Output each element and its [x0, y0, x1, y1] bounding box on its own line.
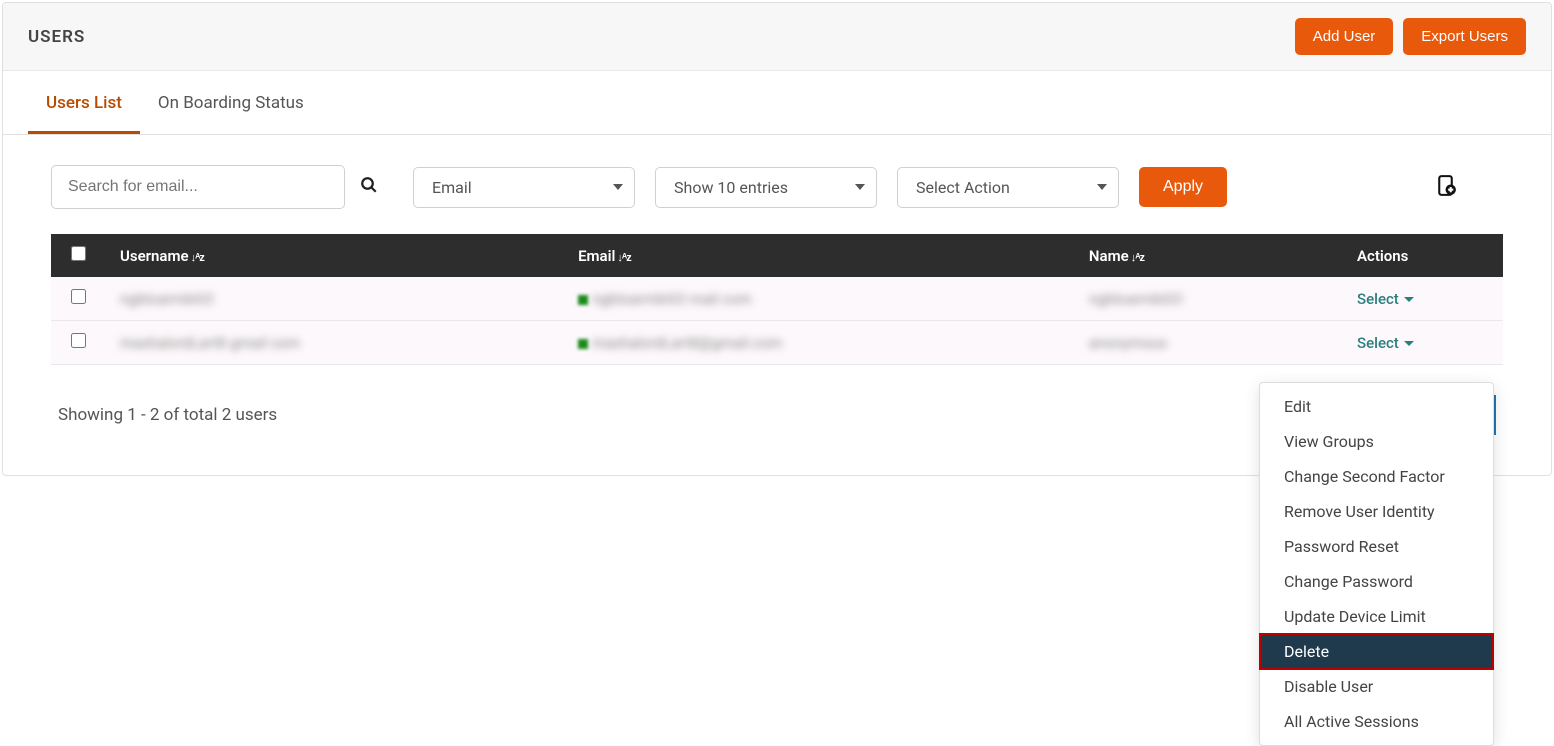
- table-row: mashalordLart8 gmail com mashalordLart8@…: [51, 321, 1503, 365]
- row-actions-select[interactable]: Select: [1357, 334, 1414, 352]
- row-actions-dropdown: EditView GroupsChange Second FactorRemov…: [1259, 382, 1494, 746]
- table-row: ngbtoarmbGO ngbtoarmbGO mail com ngbtoar…: [51, 277, 1503, 321]
- export-users-button[interactable]: Export Users: [1403, 18, 1526, 55]
- dropdown-item-all-active-sessions[interactable]: All Active Sessions: [1260, 704, 1493, 739]
- dropdown-item-delete[interactable]: Delete: [1260, 634, 1493, 669]
- dropdown-item-update-device-limit[interactable]: Update Device Limit: [1260, 599, 1493, 634]
- bulk-action-select[interactable]: Select Action: [897, 167, 1119, 208]
- panel-header: USERS Add User Export Users: [3, 3, 1551, 71]
- apply-button[interactable]: Apply: [1139, 167, 1227, 207]
- cell-username: mashalordLart8 gmail com: [120, 334, 300, 352]
- row-checkbox[interactable]: [71, 333, 86, 348]
- caret-down-icon: [1404, 341, 1414, 346]
- tabs-bar: Users List On Boarding Status: [3, 71, 1551, 135]
- column-header-name[interactable]: Name↓ᴬᴢ: [1075, 234, 1343, 277]
- add-user-button[interactable]: Add User: [1295, 18, 1394, 55]
- status-indicator-icon: [578, 339, 588, 349]
- dropdown-item-remove-user-identity[interactable]: Remove User Identity: [1260, 494, 1493, 529]
- users-table-container: Username↓ᴬᴢ Email↓ᴬᴢ Name↓ᴬᴢ Actions ngb…: [3, 234, 1551, 365]
- results-summary: Showing 1 - 2 of total 2 users: [58, 405, 277, 425]
- search-icon[interactable]: [360, 175, 378, 199]
- search-input[interactable]: [51, 165, 345, 209]
- cell-username: ngbtoarmbGO: [120, 290, 214, 308]
- column-header-username[interactable]: Username↓ᴬᴢ: [106, 234, 564, 277]
- dropdown-item-change-password[interactable]: Change Password: [1260, 564, 1493, 599]
- row-checkbox[interactable]: [71, 289, 86, 304]
- column-header-actions: Actions: [1343, 234, 1503, 277]
- table-body: ngbtoarmbGO ngbtoarmbGO mail com ngbtoar…: [51, 277, 1503, 365]
- entries-per-page-select[interactable]: Show 10 entries: [655, 167, 877, 208]
- table-header: Username↓ᴬᴢ Email↓ᴬᴢ Name↓ᴬᴢ Actions: [51, 234, 1503, 277]
- cell-email: mashalordLart8@gmail.com: [592, 334, 782, 352]
- sort-icon: ↓ᴬᴢ: [1131, 251, 1144, 264]
- add-device-icon[interactable]: [1433, 173, 1458, 202]
- status-indicator-icon: [578, 295, 588, 305]
- cell-email: ngbtoarmbGO mail com: [592, 290, 751, 308]
- select-all-checkbox[interactable]: [71, 246, 86, 261]
- row-actions-select[interactable]: Select: [1357, 290, 1414, 308]
- filter-bar: Email Show 10 entries Select Action Appl…: [3, 135, 1551, 234]
- select-all-header: [51, 234, 106, 277]
- dropdown-item-view-groups[interactable]: View Groups: [1260, 424, 1493, 459]
- dropdown-item-change-second-factor[interactable]: Change Second Factor: [1260, 459, 1493, 494]
- sort-icon: ↓ᴬᴢ: [191, 251, 204, 264]
- cell-name: anonymous: [1089, 334, 1167, 352]
- cell-name: ngbtoarmbGO: [1089, 290, 1183, 308]
- dropdown-item-disable-user[interactable]: Disable User: [1260, 669, 1493, 704]
- header-actions: Add User Export Users: [1295, 18, 1526, 55]
- dropdown-item-password-reset[interactable]: Password Reset: [1260, 529, 1493, 564]
- tab-users-list[interactable]: Users List: [28, 71, 140, 134]
- caret-down-icon: [1404, 297, 1414, 302]
- sort-icon: ↓ᴬᴢ: [617, 251, 630, 264]
- column-header-email[interactable]: Email↓ᴬᴢ: [564, 234, 1075, 277]
- tab-onboarding-status[interactable]: On Boarding Status: [140, 71, 322, 134]
- users-table: Username↓ᴬᴢ Email↓ᴬᴢ Name↓ᴬᴢ Actions ngb…: [51, 234, 1503, 365]
- dropdown-item-edit[interactable]: Edit: [1260, 389, 1493, 424]
- page-title: USERS: [28, 27, 85, 47]
- filter-field-select[interactable]: Email: [413, 167, 635, 208]
